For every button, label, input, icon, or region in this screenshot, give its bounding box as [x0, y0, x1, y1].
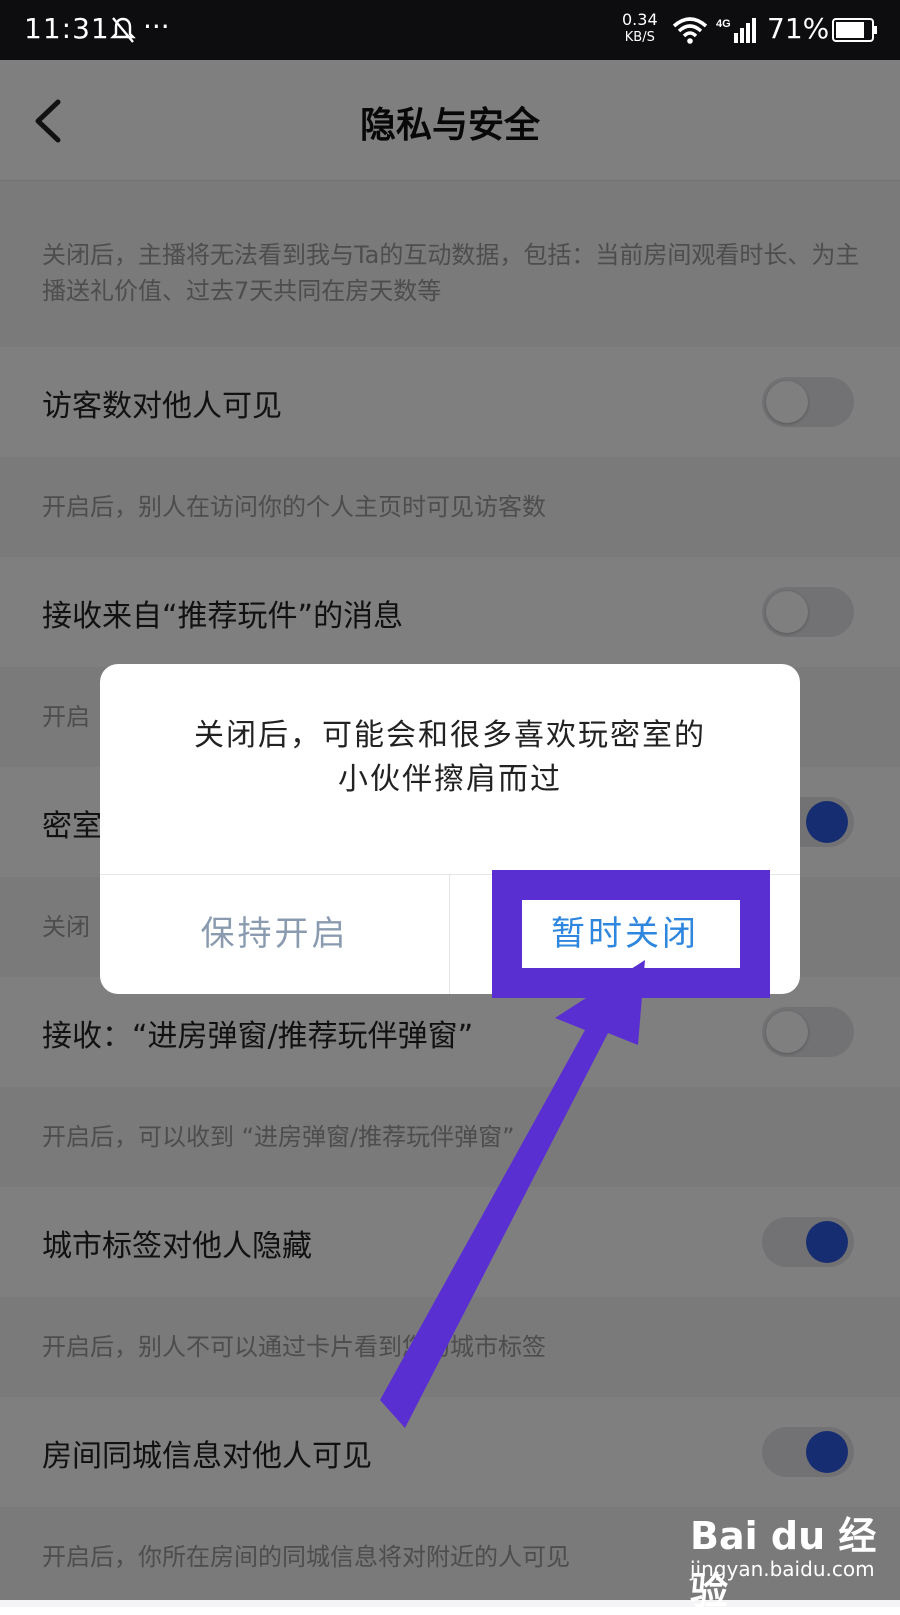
status-time: 11:31 [24, 12, 110, 45]
bell-muted-icon [110, 17, 136, 43]
dialog-message: 关闭后，可能会和很多喜欢玩密室的 小伙伴擦肩而过 [140, 714, 760, 802]
baidu-jingyan-watermark: Bai du 经验 jingyan.baidu.com [690, 1505, 890, 1613]
network-type-label: 4G [716, 18, 731, 30]
dialog-message-line-2: 小伙伴擦肩而过 [338, 762, 562, 797]
watermark-site: jingyan.baidu.com [690, 1557, 875, 1581]
speed-value: 0.34 [622, 10, 658, 29]
annotation-arrow-icon [380, 960, 645, 1428]
speed-unit: KB/S [624, 30, 655, 45]
signal-4g-icon: 4G [716, 18, 756, 43]
network-speed: 0.34 KB/S [622, 12, 658, 46]
battery-icon [832, 18, 877, 42]
more-notifications-icon: ··· [143, 10, 170, 43]
wifi-icon [672, 17, 708, 44]
dialog-message-line-1: 关闭后，可能会和很多喜欢玩密室的 [194, 718, 706, 753]
battery-percent: 71% [767, 12, 830, 45]
status-bar: 11:31 ··· 0.34 KB/S 4G 71% [0, 0, 900, 60]
